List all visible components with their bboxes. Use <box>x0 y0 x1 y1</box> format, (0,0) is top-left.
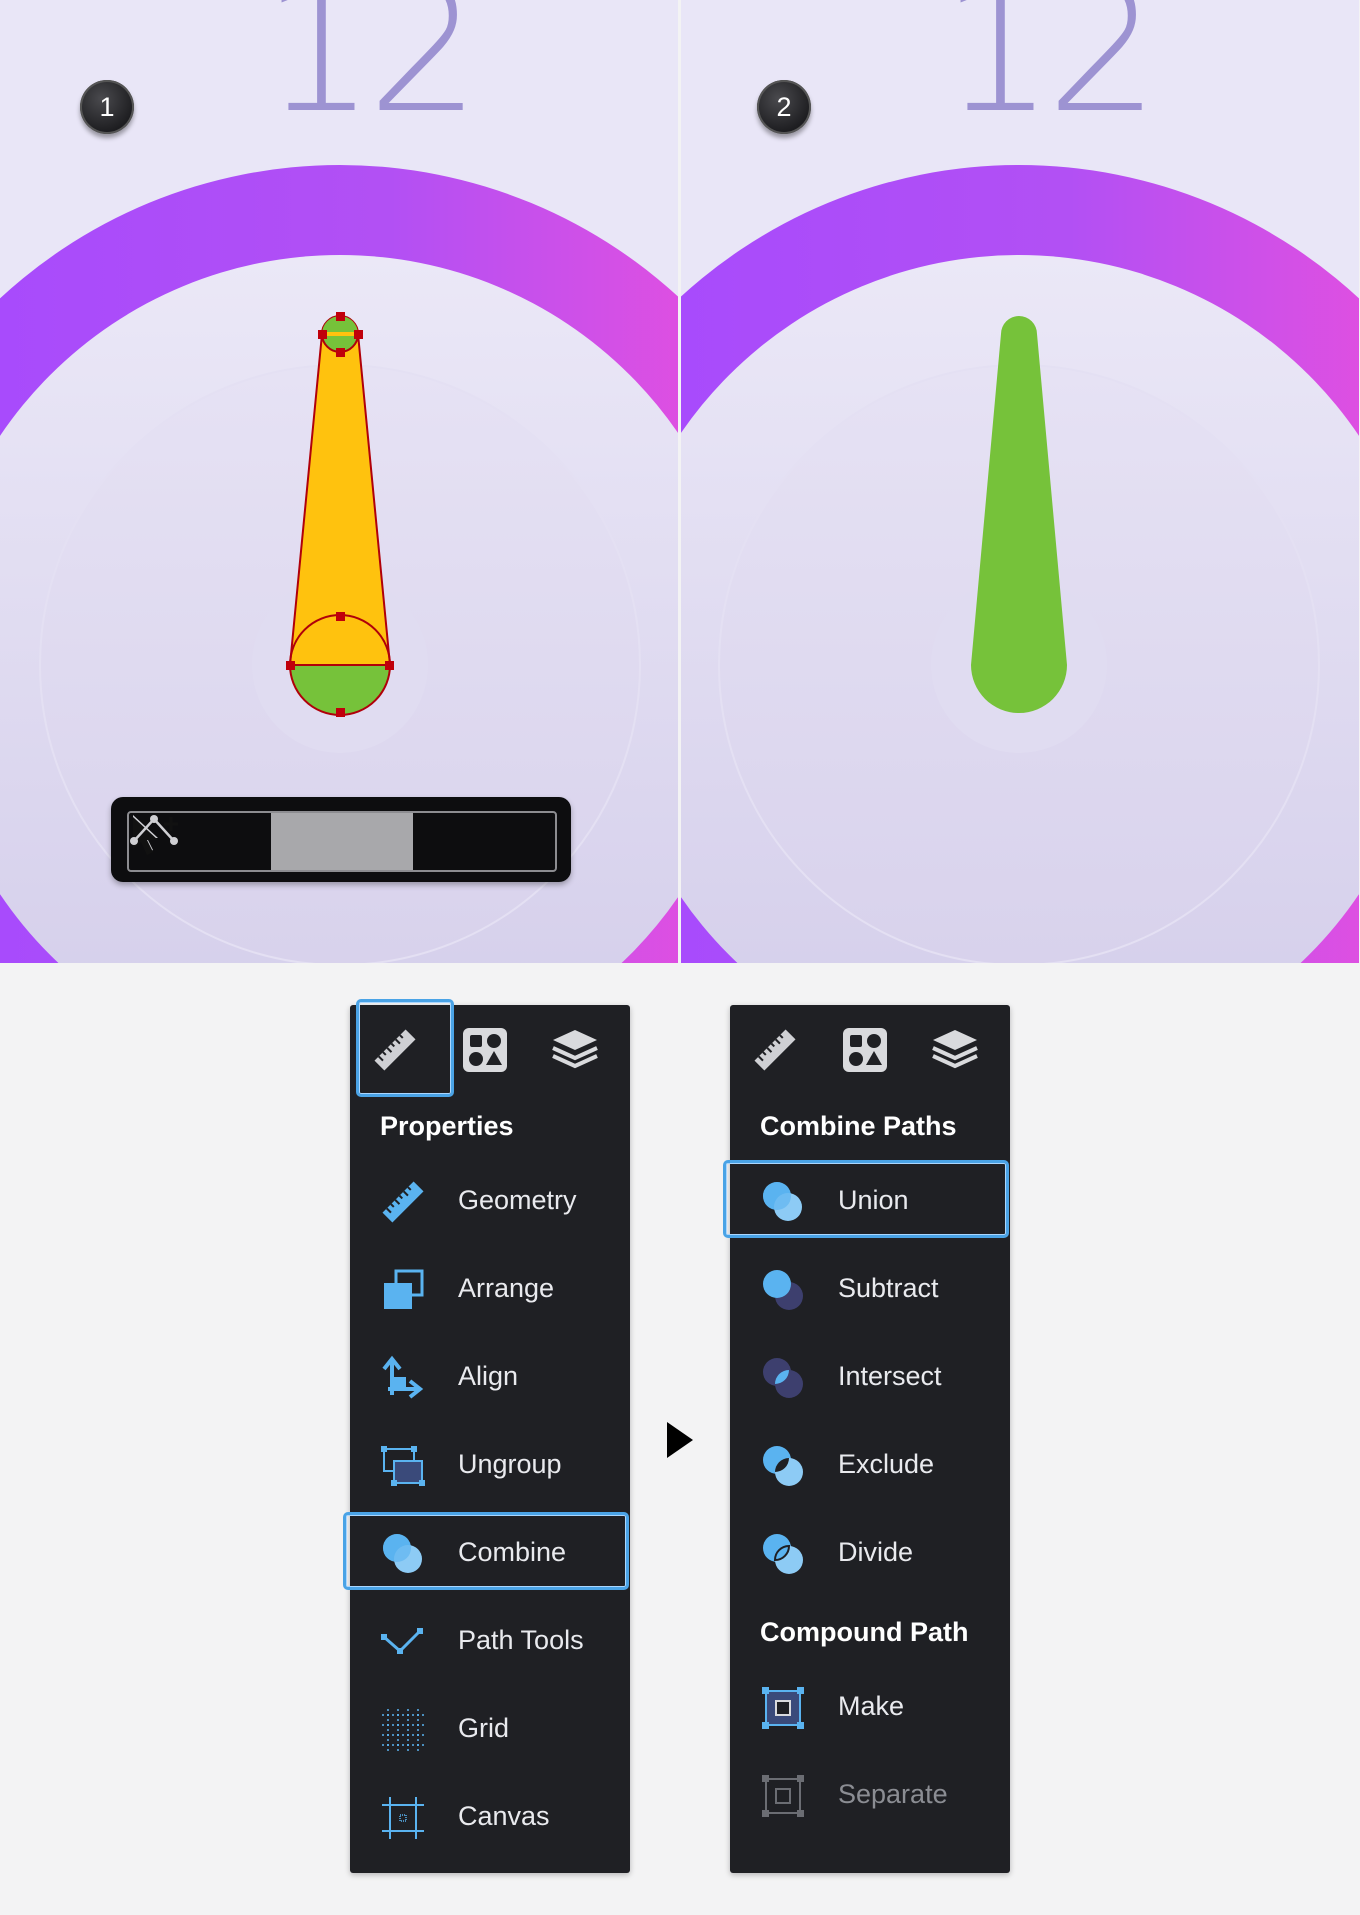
make-compound-icon <box>762 1687 804 1729</box>
grid-icon <box>382 1709 424 1751</box>
layers-icon <box>552 1030 598 1069</box>
menu-heading-compound: Compound Path <box>760 1617 969 1647</box>
menu-item-exclude[interactable]: Exclude <box>730 1425 1010 1505</box>
menu-item-combine[interactable]: Combine <box>343 1512 630 1593</box>
properties-menu: Properties Geometry Arrange Align Ungrou… <box>343 999 630 1873</box>
menu-item-label: Canvas <box>458 1801 550 1831</box>
intersect-icon <box>763 1358 803 1398</box>
combine-icon <box>383 1534 422 1573</box>
step-badge: 2 <box>757 80 811 134</box>
menu-item-align[interactable]: Align <box>350 1337 630 1417</box>
menu-item-union[interactable]: Union <box>723 1160 1010 1241</box>
menu-item-label: Union <box>838 1185 909 1215</box>
step-badge: 1 <box>80 80 134 134</box>
next-step-arrow-icon <box>667 1422 693 1458</box>
menu-item-grid[interactable]: Grid <box>350 1689 630 1769</box>
selection-tool-group <box>127 811 557 872</box>
menu-item-label: Exclude <box>838 1449 935 1479</box>
selection-toolbar <box>111 797 571 882</box>
exclude-icon <box>763 1446 803 1486</box>
align-icon <box>382 1355 424 1399</box>
menu-item-path-tools[interactable]: Path Tools <box>350 1601 630 1681</box>
menu-heading: Combine Paths <box>760 1111 957 1141</box>
menu-item-label: Intersect <box>838 1361 942 1391</box>
menu-item-label: Path Tools <box>458 1625 584 1655</box>
tab-layers[interactable] <box>530 1005 620 1095</box>
canvas-icon <box>382 1797 424 1839</box>
menu-item-intersect[interactable]: Intersect <box>730 1337 1010 1417</box>
add-select-tool-button[interactable] <box>133 813 413 870</box>
menu-item-label: Geometry <box>458 1185 577 1215</box>
menu-item-label: Grid <box>458 1713 510 1743</box>
menu-item-arrange[interactable]: Arrange <box>350 1249 630 1329</box>
canvas-panel-step-1: 12 1 <box>0 0 678 963</box>
menu-heading: Properties <box>380 1111 514 1141</box>
separate-compound-icon <box>762 1775 804 1817</box>
menu-item-label: Ungroup <box>458 1449 562 1479</box>
menu-item-make[interactable]: Make <box>730 1667 1010 1747</box>
menu-item-label: Make <box>838 1691 905 1721</box>
shapes-icon <box>463 1028 507 1072</box>
ruler-icon <box>754 1029 796 1071</box>
node-tool-icon <box>130 815 178 845</box>
tab-layers[interactable] <box>910 1005 1000 1095</box>
union-icon <box>763 1182 802 1221</box>
menu-item-label: Align <box>458 1361 519 1391</box>
tab-properties[interactable] <box>350 999 454 1097</box>
menu-item-separate[interactable]: Separate <box>730 1755 1010 1835</box>
arrange-icon <box>384 1269 424 1309</box>
clock-numeral-12: 12 <box>262 0 480 152</box>
menu-tab-bar <box>730 1005 1010 1095</box>
menu-item-label: Subtract <box>838 1273 939 1303</box>
menu-item-divide[interactable]: Divide <box>730 1513 1010 1593</box>
shapes-icon <box>843 1028 887 1072</box>
subtract-icon <box>763 1270 803 1310</box>
canvas-panel-step-2: 12 2 <box>681 0 1359 963</box>
ungroup-icon <box>381 1446 425 1486</box>
menu-item-subtract[interactable]: Subtract <box>730 1249 1010 1329</box>
canvas-comparison: 12 1 12 2 <box>0 0 1360 965</box>
menu-item-label: Combine <box>458 1537 567 1567</box>
menu-item-canvas[interactable]: Canvas <box>350 1777 630 1857</box>
ruler-icon <box>374 1029 416 1071</box>
node-tool-button[interactable] <box>130 813 555 870</box>
tab-shapes[interactable] <box>820 1005 910 1095</box>
menu-item-ungroup[interactable]: Ungroup <box>350 1425 630 1505</box>
clock-numeral-12: 12 <box>941 0 1159 152</box>
menu-item-geometry[interactable]: Geometry <box>350 1161 630 1241</box>
menu-item-label: Arrange <box>458 1273 555 1303</box>
combine-paths-menu: Combine Paths Union Subtract Intersect E… <box>723 1005 1010 1873</box>
layers-icon <box>932 1030 978 1069</box>
tab-properties[interactable] <box>730 1005 820 1095</box>
divide-icon <box>763 1534 803 1574</box>
tab-shapes[interactable] <box>440 1005 530 1095</box>
menu-item-label: Separate <box>838 1779 948 1809</box>
path-tools-icon <box>381 1628 423 1654</box>
menu-item-label: Divide <box>838 1537 914 1567</box>
menu-tab-bar <box>350 999 630 1097</box>
geometry-icon <box>382 1181 424 1223</box>
